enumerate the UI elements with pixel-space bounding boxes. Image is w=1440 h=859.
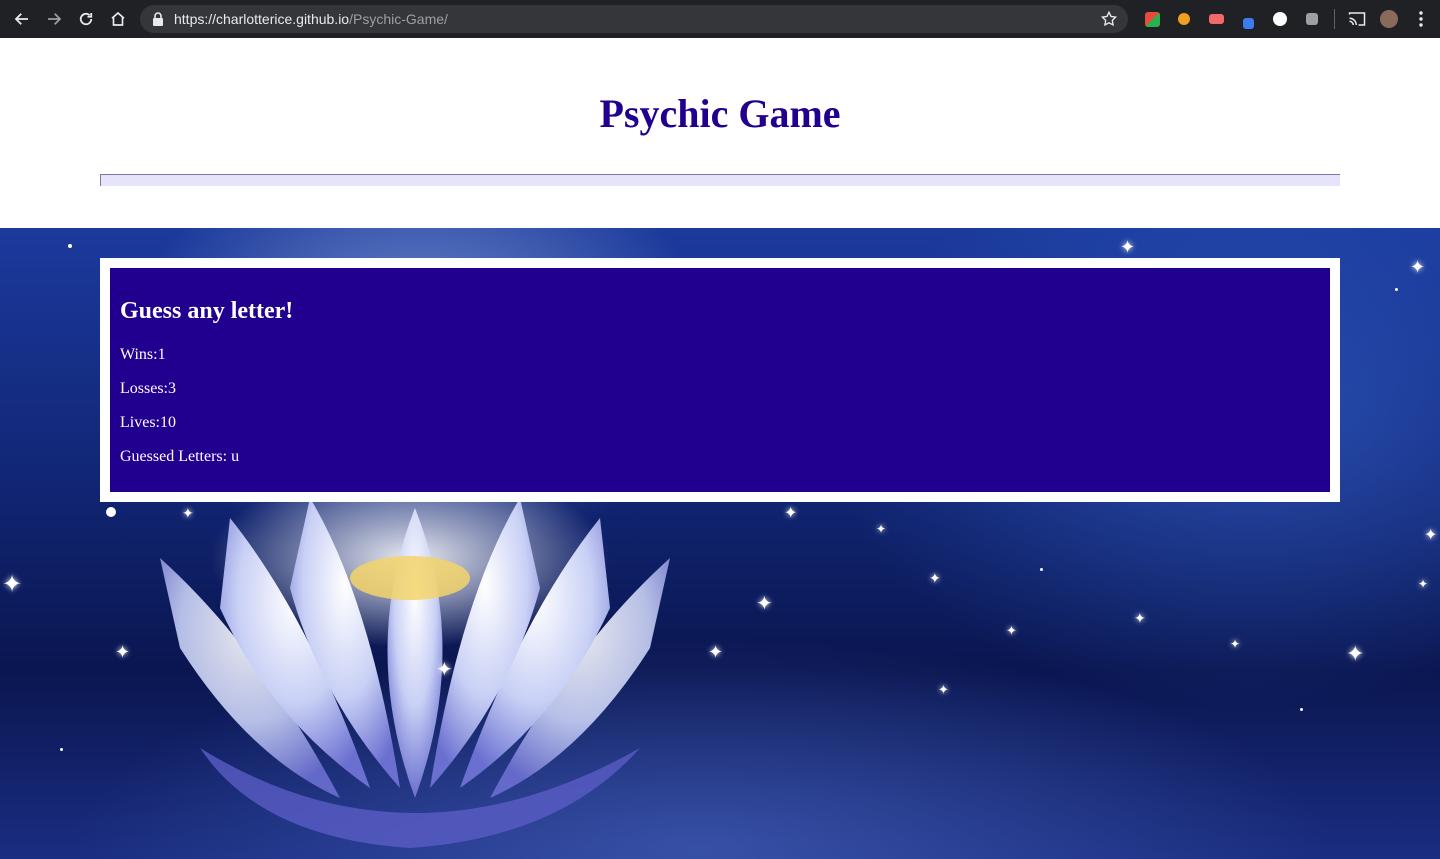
star-decoration bbox=[68, 244, 72, 248]
bookmark-star-icon[interactable] bbox=[1100, 10, 1118, 28]
browser-toolbar: https://charlotterice.github.io/Psychic-… bbox=[0, 0, 1440, 38]
sparkle-decoration: ✦ bbox=[1230, 637, 1241, 651]
sparkle-decoration: ✦ bbox=[876, 522, 887, 536]
sparkle-decoration: ✦ bbox=[1410, 257, 1426, 277]
star-decoration bbox=[106, 507, 116, 517]
page-title: Psychic Game bbox=[599, 91, 841, 136]
sparkle-decoration: ✦ bbox=[756, 593, 773, 615]
extension-icon-2[interactable] bbox=[1168, 0, 1200, 38]
sparkle-decoration: ✦ bbox=[1418, 577, 1429, 591]
page-header: Psychic Game bbox=[0, 38, 1440, 228]
sparkle-decoration: ✦ bbox=[784, 505, 798, 522]
url-path: /Psychic-Game/ bbox=[349, 11, 448, 27]
sparkle-decoration: ✦ bbox=[938, 682, 949, 697]
losses-text: Losses:3 bbox=[120, 380, 176, 397]
game-panel: Guess any letter! Wins:1 Losses:3 Lives:… bbox=[100, 258, 1340, 502]
extension-icon-1[interactable] bbox=[1136, 0, 1168, 38]
star-decoration bbox=[1395, 288, 1398, 291]
back-arrow-icon[interactable] bbox=[6, 0, 38, 38]
sparkle-decoration: ✦ bbox=[1120, 237, 1136, 257]
sparkle-decoration: ✦ bbox=[708, 642, 724, 662]
star-decoration bbox=[60, 748, 63, 751]
extension-icon-6[interactable] bbox=[1296, 0, 1328, 38]
sparkle-decoration: ✦ bbox=[1006, 623, 1017, 638]
cast-icon[interactable] bbox=[1341, 0, 1373, 38]
sparkle-decoration: ✦ bbox=[115, 642, 131, 662]
sparkle-decoration: ✦ bbox=[182, 507, 194, 522]
home-icon[interactable] bbox=[102, 0, 134, 38]
sparkle-decoration: ✦ bbox=[436, 659, 453, 681]
sparkle-decoration: ✦ bbox=[929, 572, 941, 587]
extension-icon-5[interactable] bbox=[1264, 0, 1296, 38]
menu-kebab-icon[interactable] bbox=[1405, 0, 1437, 38]
toolbar-divider bbox=[1334, 9, 1335, 29]
lives-text: Lives:10 bbox=[120, 414, 176, 431]
address-bar[interactable]: https://charlotterice.github.io/Psychic-… bbox=[140, 5, 1128, 33]
sparkle-decoration: ✦ bbox=[1134, 612, 1146, 627]
sparkle-decoration: ✦ bbox=[1346, 641, 1365, 666]
game-heading: Guess any letter! bbox=[120, 298, 294, 324]
profile-avatar[interactable] bbox=[1373, 0, 1405, 38]
lotus-flower-image bbox=[160, 498, 670, 848]
forward-arrow-icon[interactable] bbox=[38, 0, 70, 38]
wins-text: Wins:1 bbox=[120, 346, 166, 363]
sparkle-decoration: ✦ bbox=[1424, 527, 1438, 544]
star-decoration bbox=[1300, 708, 1303, 711]
extensions-area bbox=[1136, 0, 1437, 38]
sparkle-decoration: ✦ bbox=[2, 572, 23, 598]
url-host: https://charlotterice.github.io bbox=[174, 11, 350, 27]
extension-icon-3[interactable] bbox=[1200, 0, 1232, 38]
star-decoration bbox=[1040, 568, 1043, 571]
reload-icon[interactable] bbox=[70, 0, 102, 38]
extension-icon-4[interactable] bbox=[1232, 0, 1264, 38]
guessed-letters-text: Guessed Letters: u bbox=[120, 448, 240, 465]
header-divider bbox=[100, 174, 1340, 186]
lock-icon bbox=[153, 12, 163, 26]
game-panel-inner: Guess any letter! Wins:1 Losses:3 Lives:… bbox=[110, 268, 1330, 492]
